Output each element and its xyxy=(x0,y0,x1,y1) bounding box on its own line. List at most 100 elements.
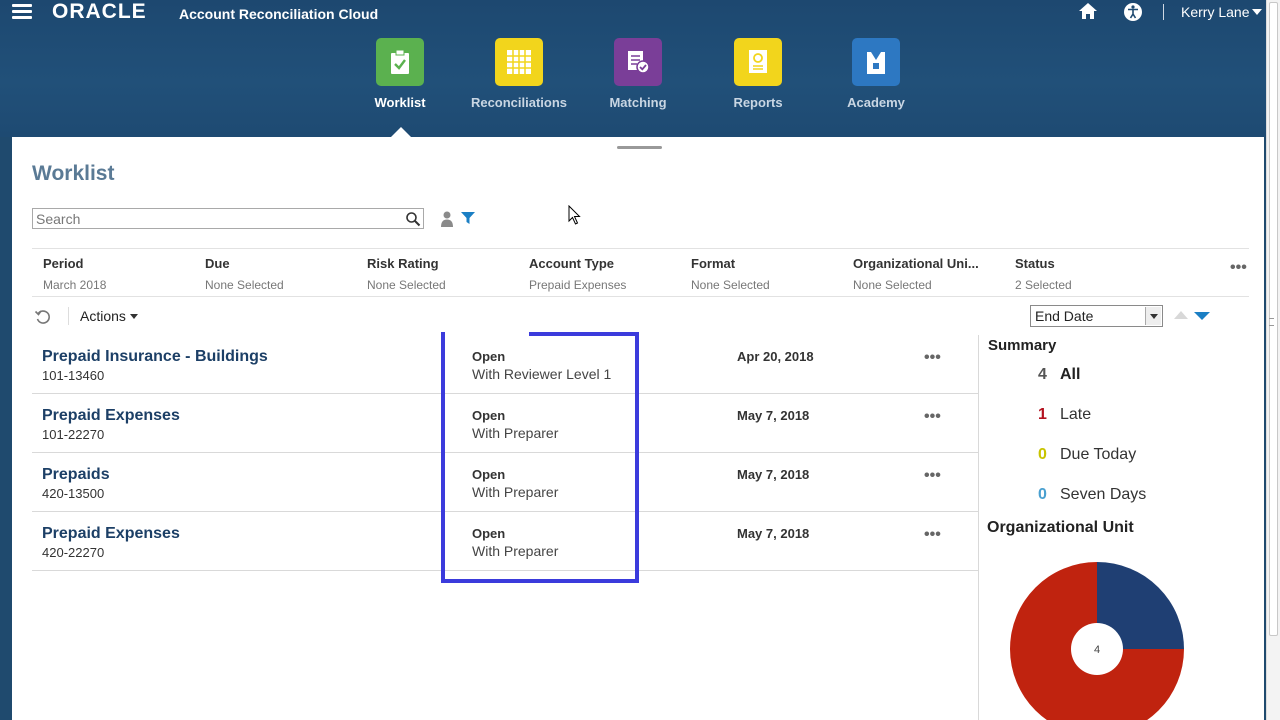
nav-reports[interactable]: Reports xyxy=(703,38,813,110)
nav-academy[interactable]: Academy xyxy=(821,38,931,110)
filter-label: Risk Rating xyxy=(367,256,439,271)
filter-value: None Selected xyxy=(691,278,770,292)
oracle-logo: ORACLE xyxy=(52,0,147,23)
actions-menu-button[interactable]: Actions xyxy=(80,308,138,324)
chevron-down-icon xyxy=(1252,9,1263,15)
page-title: Worklist xyxy=(32,162,115,185)
search-input[interactable] xyxy=(33,209,393,228)
filter-format[interactable]: Format None Selected xyxy=(691,256,841,292)
filter-value: 2 Selected xyxy=(1015,278,1072,292)
chevron-down-icon xyxy=(129,314,138,319)
account-number: 101-13460 xyxy=(42,368,105,383)
nav-label: Academy xyxy=(847,95,905,110)
summary-label: Due Today xyxy=(1060,446,1137,463)
filter-risk-rating[interactable]: Risk Rating None Selected xyxy=(367,256,517,292)
filter-label: Due xyxy=(205,256,230,271)
filter-value: Prepaid Expenses xyxy=(529,278,627,292)
summary-item-all[interactable]: 4 All xyxy=(1038,366,1080,384)
app-title: Account Reconciliation Cloud xyxy=(179,6,379,22)
filter-label: Organizational Uni... xyxy=(853,256,979,271)
filter-due[interactable]: Due None Selected xyxy=(205,256,355,292)
nav-matching[interactable]: Matching xyxy=(583,38,693,110)
refresh-icon[interactable] xyxy=(34,308,52,326)
due-date: May 7, 2018 xyxy=(737,408,810,423)
toolbar-separator xyxy=(68,307,69,325)
clipboard-check-icon xyxy=(376,38,424,86)
summary-count: 0 xyxy=(1038,486,1047,503)
home-icon[interactable] xyxy=(1078,2,1098,22)
filter-value: None Selected xyxy=(367,278,446,292)
account-name-link[interactable]: Prepaids xyxy=(42,466,110,484)
filter-label: Account Type xyxy=(529,256,614,271)
account-name-link[interactable]: Prepaid Insurance - Buildings xyxy=(42,348,268,366)
filter-organizational-unit[interactable]: Organizational Uni... None Selected xyxy=(853,256,1003,292)
organizational-unit-donut-chart[interactable]: 4 xyxy=(1007,559,1187,720)
donut-center-label: 4 xyxy=(1094,644,1100,656)
worklist-panel: Worklist Period March 2018 Due None Sele… xyxy=(12,137,1264,720)
menu-icon[interactable] xyxy=(12,4,32,20)
summary-count: 1 xyxy=(1038,406,1047,423)
search-field[interactable] xyxy=(32,208,424,229)
row-more-button[interactable]: ••• xyxy=(924,467,941,485)
summary-item-late[interactable]: 1 Late xyxy=(1038,406,1091,424)
search-icon[interactable] xyxy=(405,211,421,227)
sort-by-value: End Date xyxy=(1035,308,1094,324)
row-more-button[interactable]: ••• xyxy=(924,526,941,544)
nav-reconciliations[interactable]: Reconciliations xyxy=(464,38,574,110)
user-name: Kerry Lane xyxy=(1181,4,1250,20)
filter-value: None Selected xyxy=(205,278,284,292)
app-header: ORACLE Account Reconciliation Cloud Kerr… xyxy=(0,0,1280,137)
drag-handle[interactable] xyxy=(617,146,662,149)
sort-by-select[interactable]: End Date xyxy=(1030,305,1163,327)
filter-period[interactable]: Period March 2018 xyxy=(43,256,193,292)
nav-label: Matching xyxy=(609,95,667,110)
summary-item-seven-days[interactable]: 0 Seven Days xyxy=(1038,486,1146,504)
sort-descending-icon[interactable] xyxy=(1194,312,1210,320)
due-date: Apr 20, 2018 xyxy=(737,349,814,364)
annotation-highlight-tick xyxy=(441,332,445,336)
summary-divider xyxy=(978,335,979,720)
sort-ascending-icon[interactable] xyxy=(1174,311,1188,319)
actions-label: Actions xyxy=(80,308,126,324)
filter-icon[interactable] xyxy=(460,211,476,225)
nav-label: Reports xyxy=(733,95,783,110)
filter-label: Format xyxy=(691,256,736,271)
summary-item-due-today[interactable]: 0 Due Today xyxy=(1038,446,1136,464)
filter-value: March 2018 xyxy=(43,278,107,292)
account-number: 101-22270 xyxy=(42,427,105,442)
row-more-button[interactable]: ••• xyxy=(924,408,941,426)
academy-icon xyxy=(852,38,900,86)
filter-label: Status xyxy=(1015,256,1055,271)
account-number: 420-13500 xyxy=(42,486,105,501)
active-nav-pointer xyxy=(391,127,411,137)
organizational-unit-title: Organizational Unit xyxy=(987,519,1134,536)
person-icon[interactable] xyxy=(440,211,454,227)
filter-account-type[interactable]: Account Type Prepaid Expenses xyxy=(529,256,679,292)
account-name-link[interactable]: Prepaid Expenses xyxy=(42,407,180,425)
user-menu[interactable]: Kerry Lane xyxy=(1181,4,1263,20)
nav-worklist[interactable]: Worklist xyxy=(345,38,455,110)
scrollbar-grip xyxy=(1269,318,1274,326)
summary-title: Summary xyxy=(988,337,1057,354)
filter-status[interactable]: Status 2 Selected xyxy=(1015,256,1165,292)
chevron-down-icon[interactable] xyxy=(1145,307,1161,325)
header-separator xyxy=(1163,4,1164,20)
due-date: May 7, 2018 xyxy=(737,526,810,541)
summary-count: 4 xyxy=(1038,366,1047,383)
grid-icon xyxy=(495,38,543,86)
filter-label: Period xyxy=(43,256,84,271)
due-date: May 7, 2018 xyxy=(737,467,810,482)
accessibility-icon[interactable] xyxy=(1123,2,1143,22)
page-scrollbar[interactable] xyxy=(1266,0,1280,720)
summary-label: Late xyxy=(1060,406,1092,423)
annotation-highlight-top xyxy=(529,332,639,336)
account-name-link[interactable]: Prepaid Expenses xyxy=(42,525,180,543)
nav-label: Worklist xyxy=(374,95,426,110)
document-check-icon xyxy=(614,38,662,86)
nav-label: Reconciliations xyxy=(470,95,568,110)
filter-value: None Selected xyxy=(853,278,932,292)
filter-bar: Period March 2018 Due None Selected Risk… xyxy=(32,248,1249,297)
account-number: 420-22270 xyxy=(42,545,105,560)
filter-more-button[interactable]: ••• xyxy=(1230,259,1247,277)
row-more-button[interactable]: ••• xyxy=(924,349,941,367)
